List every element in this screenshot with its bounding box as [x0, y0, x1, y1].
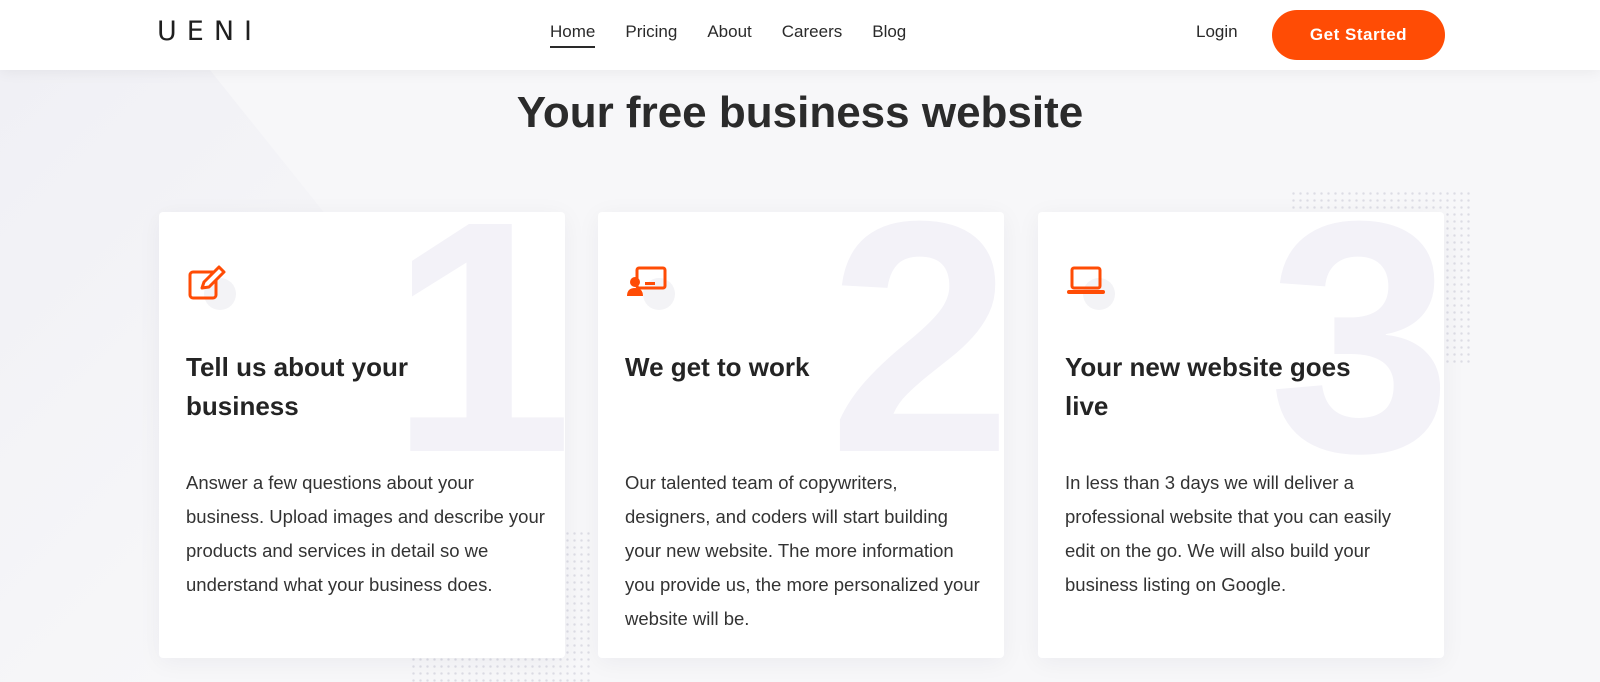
login-link[interactable]: Login — [1196, 22, 1238, 42]
step-description: Answer a few questions about your busine… — [186, 472, 545, 595]
step-title: Your new website goes live — [1065, 352, 1351, 421]
step-description: Our talented team of copywriters, design… — [625, 472, 980, 629]
nav-item-about[interactable]: About — [707, 22, 751, 48]
main-nav: Home Pricing About Careers Blog — [550, 22, 906, 48]
ueni-logo[interactable]: UENI — [157, 16, 262, 47]
get-started-button[interactable]: Get Started — [1272, 10, 1445, 60]
step-card: 3 Your new website goes live In less tha… — [1038, 212, 1444, 658]
nav-item-blog[interactable]: Blog — [872, 22, 906, 48]
step-title: Tell us about your business — [186, 352, 408, 421]
nav-item-pricing[interactable]: Pricing — [625, 22, 677, 48]
page-title: Your free business website — [516, 88, 1084, 137]
site-header: UENI Home Pricing About Careers Blog Log… — [0, 0, 1600, 70]
edit-icon — [186, 262, 236, 312]
step-title: We get to work — [625, 352, 810, 382]
presenter-icon — [625, 262, 675, 312]
step-card: 1 Tell us about your business Answer a f… — [159, 212, 565, 658]
nav-item-careers[interactable]: Careers — [782, 22, 842, 48]
step-description: In less than 3 days we will deliver a pr… — [1065, 472, 1391, 595]
laptop-icon — [1065, 262, 1115, 312]
nav-item-home[interactable]: Home — [550, 22, 596, 48]
step-card: 2 We get to work Our talented team of co… — [598, 212, 1004, 658]
